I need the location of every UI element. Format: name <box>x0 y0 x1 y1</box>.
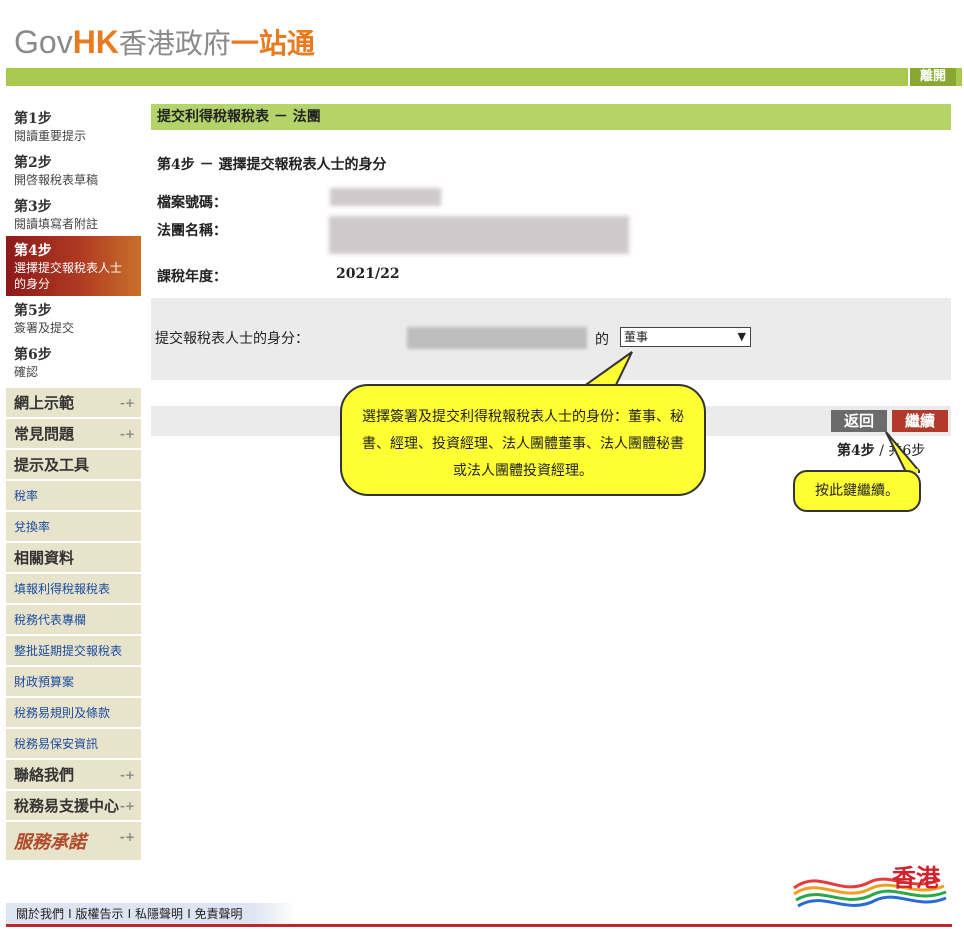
step-number: 第5步 <box>14 303 52 319</box>
menu-contact[interactable]: 聯絡我們 -+ <box>6 760 141 791</box>
menu-label: 網上示範 <box>14 394 75 412</box>
footer-divider <box>6 924 952 927</box>
expand-arrow-icon: -+ <box>119 427 135 441</box>
callout-tail <box>885 431 920 473</box>
step-description: 確認 <box>14 365 39 379</box>
menu-exchange-rate[interactable]: 兌換率 <box>6 512 141 543</box>
step-current: 第4步 <box>837 443 875 459</box>
govhk-logo[interactable]: GovHK香港政府一站通 <box>14 22 315 62</box>
role-label: 提交報稅表人士的身分： <box>155 331 309 347</box>
role-section: 提交報稅表人士的身分： 的 董事 ▼ <box>151 298 951 380</box>
footer-separator: I <box>127 907 136 921</box>
continue-button[interactable]: 繼續 <box>892 410 948 432</box>
menu-fill-return[interactable]: 填報利得稅報稅表 <box>6 574 141 605</box>
menu-tax-rep[interactable]: 稅務代表專欄 <box>6 605 141 636</box>
menu-bulk-extension[interactable]: 整批延期提交報稅表 <box>6 636 141 667</box>
role-of-text: 的 <box>595 332 609 348</box>
step-number: 第2步 <box>14 155 52 171</box>
footer-about-link[interactable]: 關於我們 <box>16 907 64 921</box>
role-selected-value: 董事 <box>624 330 649 344</box>
step-number: 第3步 <box>14 199 52 215</box>
footer-disclaimer-link[interactable]: 免責聲明 <box>195 907 243 921</box>
step-4-active: 第4步 選擇提交報稅表人士的身分 <box>6 236 141 296</box>
step-title: 第4步 － 選擇提交報稅表人士的身分 <box>157 157 387 173</box>
sidebar-menu: 網上示範 -+ 常見問題 -+ 提示及工具 稅率 兌換率 相關資料 填報利得稅報稅表… <box>6 388 141 862</box>
menu-faq[interactable]: 常見問題 -+ <box>6 419 141 450</box>
chevron-down-icon: ▼ <box>737 330 746 343</box>
footer-privacy-link[interactable]: 私隱聲明 <box>135 907 183 921</box>
page-title: 提交利得稅報稅表 － 法團 <box>151 104 951 130</box>
brand-text: 香港 <box>892 864 940 892</box>
step-number: 第4步 <box>14 243 52 259</box>
expand-arrow-icon: -+ <box>119 799 135 813</box>
pledge-logo: 服務承諾 <box>14 832 86 853</box>
menu-tips-tools: 提示及工具 <box>6 450 141 481</box>
footer-separator: I <box>68 907 76 921</box>
menu-label: 聯絡我們 <box>14 766 75 784</box>
logo-zh-text: 香港政府 <box>118 27 231 60</box>
step-description: 簽署及提交 <box>14 321 75 335</box>
year-value: 2021/22 <box>336 266 400 282</box>
step-number: 第6步 <box>14 347 52 363</box>
step-description: 閱讀重要提示 <box>14 129 87 143</box>
menu-budget[interactable]: 財政預算案 <box>6 667 141 698</box>
role-help-callout: 選擇簽署及提交利得稅報稅表人士的身份：董事、秘書、經理、投資經理、法人團體董事、… <box>340 384 706 496</box>
sidebar: 第1步 閱讀重要提示 第2步 開啓報稅表草稿 第3步 閱讀填寫者附註 第4步 選… <box>6 104 141 862</box>
step-6: 第6步 確認 <box>6 340 141 384</box>
menu-security[interactable]: 稅務易保安資訊 <box>6 729 141 760</box>
logo-zh2-text: 一站通 <box>230 27 315 60</box>
step-5: 第5步 簽署及提交 <box>6 296 141 340</box>
menu-label: 常見問題 <box>14 425 75 443</box>
brand-hong-kong-logo: 香港 <box>790 858 950 918</box>
step-description: 選擇提交報稅表人士的身分 <box>14 261 123 291</box>
footer-copyright-link[interactable]: 版權告示 <box>76 907 124 921</box>
menu-pledge[interactable]: 服務承諾 -+ <box>6 822 141 862</box>
step-description: 閱讀填寫者附註 <box>14 217 99 231</box>
logout-button[interactable]: 離開 <box>907 68 956 86</box>
step-2: 第2步 開啓報稅表草稿 <box>6 148 141 192</box>
logo-gov-text: Gov <box>14 24 73 60</box>
step-description: 開啓報稅表草稿 <box>14 173 99 187</box>
menu-support[interactable]: 稅務易支援中心 -+ <box>6 791 141 822</box>
top-bar: 離開 <box>6 68 962 86</box>
main-content: 提交利得稅報稅表 － 法團 第4步 － 選擇提交報稅表人士的身分 檔案號碼： 法… <box>151 104 951 459</box>
corp-name-value-redacted <box>329 216 629 254</box>
corp-name-label: 法團名稱： <box>157 223 227 239</box>
expand-arrow-icon: -+ <box>119 396 135 410</box>
step-number: 第1步 <box>14 111 52 127</box>
expand-arrow-icon: -+ <box>119 830 135 844</box>
file-no-label: 檔案號碼： <box>157 195 227 211</box>
menu-tax-rate[interactable]: 稅率 <box>6 481 141 512</box>
step-1: 第1步 閱讀重要提示 <box>6 104 141 148</box>
footer-links: 關於我們 I 版權告示 I 私隱聲明 I 免責聲明 <box>6 903 296 925</box>
footer-separator: I <box>187 907 195 921</box>
role-select[interactable]: 董事 ▼ <box>620 327 751 347</box>
back-button[interactable]: 返回 <box>831 410 887 432</box>
step-3: 第3步 閱讀填寫者附註 <box>6 192 141 236</box>
menu-online-demo[interactable]: 網上示範 -+ <box>6 388 141 419</box>
menu-label: 稅務易支援中心 <box>14 797 120 815</box>
role-person-redacted <box>407 327 587 349</box>
menu-related-info: 相關資料 <box>6 543 141 574</box>
logo-hk-text: HK <box>72 24 119 60</box>
file-no-value-redacted <box>330 188 441 206</box>
year-label: 課稅年度： <box>157 269 227 285</box>
menu-terms[interactable]: 稅務易規則及條款 <box>6 698 141 729</box>
expand-arrow-icon: -+ <box>119 768 135 782</box>
continue-help-callout: 按此鍵繼續。 <box>793 470 921 512</box>
